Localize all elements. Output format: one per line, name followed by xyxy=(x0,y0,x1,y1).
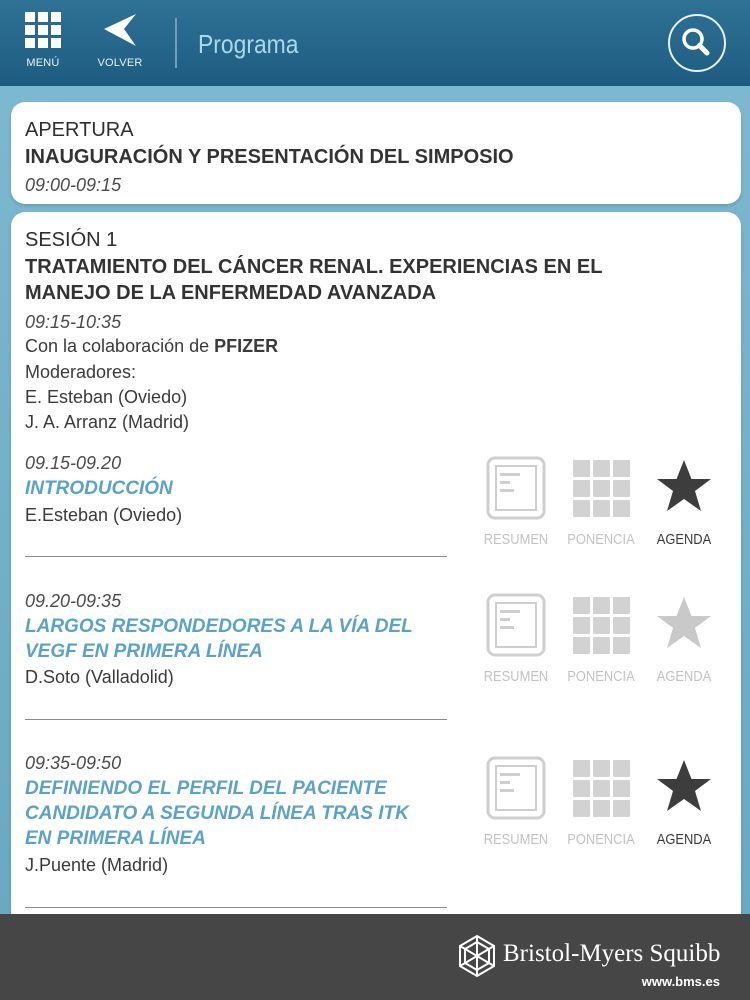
talk-3-ponencia-button[interactable]: PONENCIA xyxy=(561,756,641,848)
collaboration-sponsor: PFIZER xyxy=(214,336,279,356)
opening-label: APERTURA xyxy=(25,119,134,141)
document-icon xyxy=(486,456,546,520)
session-title-line-1: TRATAMIENTO DEL CÁNCER RENAL. EXPERIENCI… xyxy=(25,256,603,278)
search-icon xyxy=(682,28,710,56)
talk-divider xyxy=(25,719,447,720)
footer-banner: Bristol-Myers Squibb www.bms.es xyxy=(0,914,750,1000)
talk-3-title-line-3: EN PRIMERA LÍNEA xyxy=(25,828,206,849)
talk-2-ponencia-button[interactable]: PONENCIA xyxy=(561,593,641,685)
talk-2-speaker: D.Soto (Valladolid) xyxy=(25,667,174,687)
menu-label: MENÚ xyxy=(26,57,60,69)
back-button[interactable]: VOLVER xyxy=(92,12,148,69)
talk-3-title[interactable]: DEFINIENDO EL PERFIL DEL PACIENTE CANDID… xyxy=(25,776,455,851)
moderator-2: J. A. Arranz (Madrid) xyxy=(25,412,190,432)
talk-1-resumen-button[interactable]: RESUMEN xyxy=(476,456,556,548)
talk-3-resumen-button[interactable]: RESUMEN xyxy=(476,756,556,848)
star-icon xyxy=(657,460,711,511)
talk-2-agenda-button[interactable]: AGENDA xyxy=(644,593,724,685)
ponencia-label: PONENCIA xyxy=(567,531,635,548)
opening-title: INAUGURACIÓN Y PRESENTACIÓN DEL SIMPOSIO xyxy=(25,146,514,168)
brand-url[interactable]: www.bms.es xyxy=(642,974,720,989)
agenda-label: AGENDA xyxy=(656,531,712,548)
ponencia-label: PONENCIA xyxy=(567,668,635,685)
talk-2-resumen-button[interactable]: RESUMEN xyxy=(476,593,556,685)
opening-time: 09:00-09:15 xyxy=(25,175,122,195)
search-button[interactable] xyxy=(668,14,726,72)
document-icon xyxy=(486,593,546,657)
talk-1-title-line-1: INTRODUCCIÓN xyxy=(25,478,173,499)
talk-1-time: 09.15-09.20 xyxy=(25,453,122,473)
moderators-label: Moderadores: xyxy=(25,362,137,382)
moderator-1: E. Esteban (Oviedo) xyxy=(25,387,188,407)
session-time: 09:15-10:35 xyxy=(25,312,122,332)
resumen-label: RESUMEN xyxy=(483,831,549,848)
ponencia-label: PONENCIA xyxy=(567,831,635,848)
collaboration-prefix: Con la colaboración de xyxy=(25,336,215,356)
talk-3-title-line-2: CANDIDATO A SEGUNDA LÍNEA TRAS ITK xyxy=(25,803,409,824)
talk-1-ponencia-button[interactable]: PONENCIA xyxy=(561,456,641,548)
menu-button[interactable]: MENÚ xyxy=(22,12,64,69)
talk-3-agenda-button[interactable]: AGENDA xyxy=(644,756,724,848)
slides-grid-icon xyxy=(573,460,630,517)
star-icon xyxy=(657,597,711,648)
header-divider xyxy=(175,18,177,68)
opening-card[interactable]: APERTURA INAUGURACIÓN Y PRESENTACIÓN DEL… xyxy=(11,102,741,204)
top-bar: MENÚ VOLVER Programa xyxy=(0,0,750,86)
page-title: Programa xyxy=(198,29,299,59)
back-label: VOLVER xyxy=(97,57,143,69)
talk-1-speaker: E.Esteban (Oviedo) xyxy=(25,505,183,525)
session-collaboration: Con la colaboración de PFIZER xyxy=(25,334,278,359)
talk-1-title[interactable]: INTRODUCCIÓN xyxy=(25,476,455,501)
talk-3-time: 09:35-09:50 xyxy=(25,753,122,773)
back-arrow-icon xyxy=(104,14,136,46)
brand-name: Bristol-Myers Squibb xyxy=(503,940,721,967)
resumen-label: RESUMEN xyxy=(483,531,549,548)
program-list[interactable]: APERTURA INAUGURACIÓN Y PRESENTACIÓN DEL… xyxy=(0,86,750,914)
document-icon xyxy=(486,756,546,820)
talk-1-agenda-button[interactable]: AGENDA xyxy=(644,456,724,548)
session-card: SESIÓN 1 TRATAMIENTO DEL CÁNCER RENAL. E… xyxy=(11,212,741,914)
talk-divider xyxy=(25,907,447,908)
agenda-label: AGENDA xyxy=(656,668,712,685)
talk-3-speaker: J.Puente (Madrid) xyxy=(25,855,169,875)
talk-divider xyxy=(25,556,447,557)
grid-icon xyxy=(25,12,61,48)
talk-2-title[interactable]: LARGOS RESPONDEDORES A LA VÍA DEL VEGF E… xyxy=(25,614,455,664)
session-label: SESIÓN 1 xyxy=(25,229,118,251)
bms-logo-icon xyxy=(459,934,495,978)
talk-2-title-line-2: VEGF EN PRIMERA LÍNEA xyxy=(25,641,263,662)
talk-3-title-line-1: DEFINIENDO EL PERFIL DEL PACIENTE xyxy=(25,778,387,799)
star-icon xyxy=(657,760,711,811)
talk-2-time: 09.20-09:35 xyxy=(25,591,122,611)
slides-grid-icon xyxy=(573,760,630,817)
resumen-label: RESUMEN xyxy=(483,668,549,685)
slides-grid-icon xyxy=(573,597,630,654)
talk-2-title-line-1: LARGOS RESPONDEDORES A LA VÍA DEL xyxy=(25,616,413,637)
session-title-line-2: MANEJO DE LA ENFERMEDAD AVANZADA xyxy=(25,282,437,304)
agenda-label: AGENDA xyxy=(656,831,712,848)
